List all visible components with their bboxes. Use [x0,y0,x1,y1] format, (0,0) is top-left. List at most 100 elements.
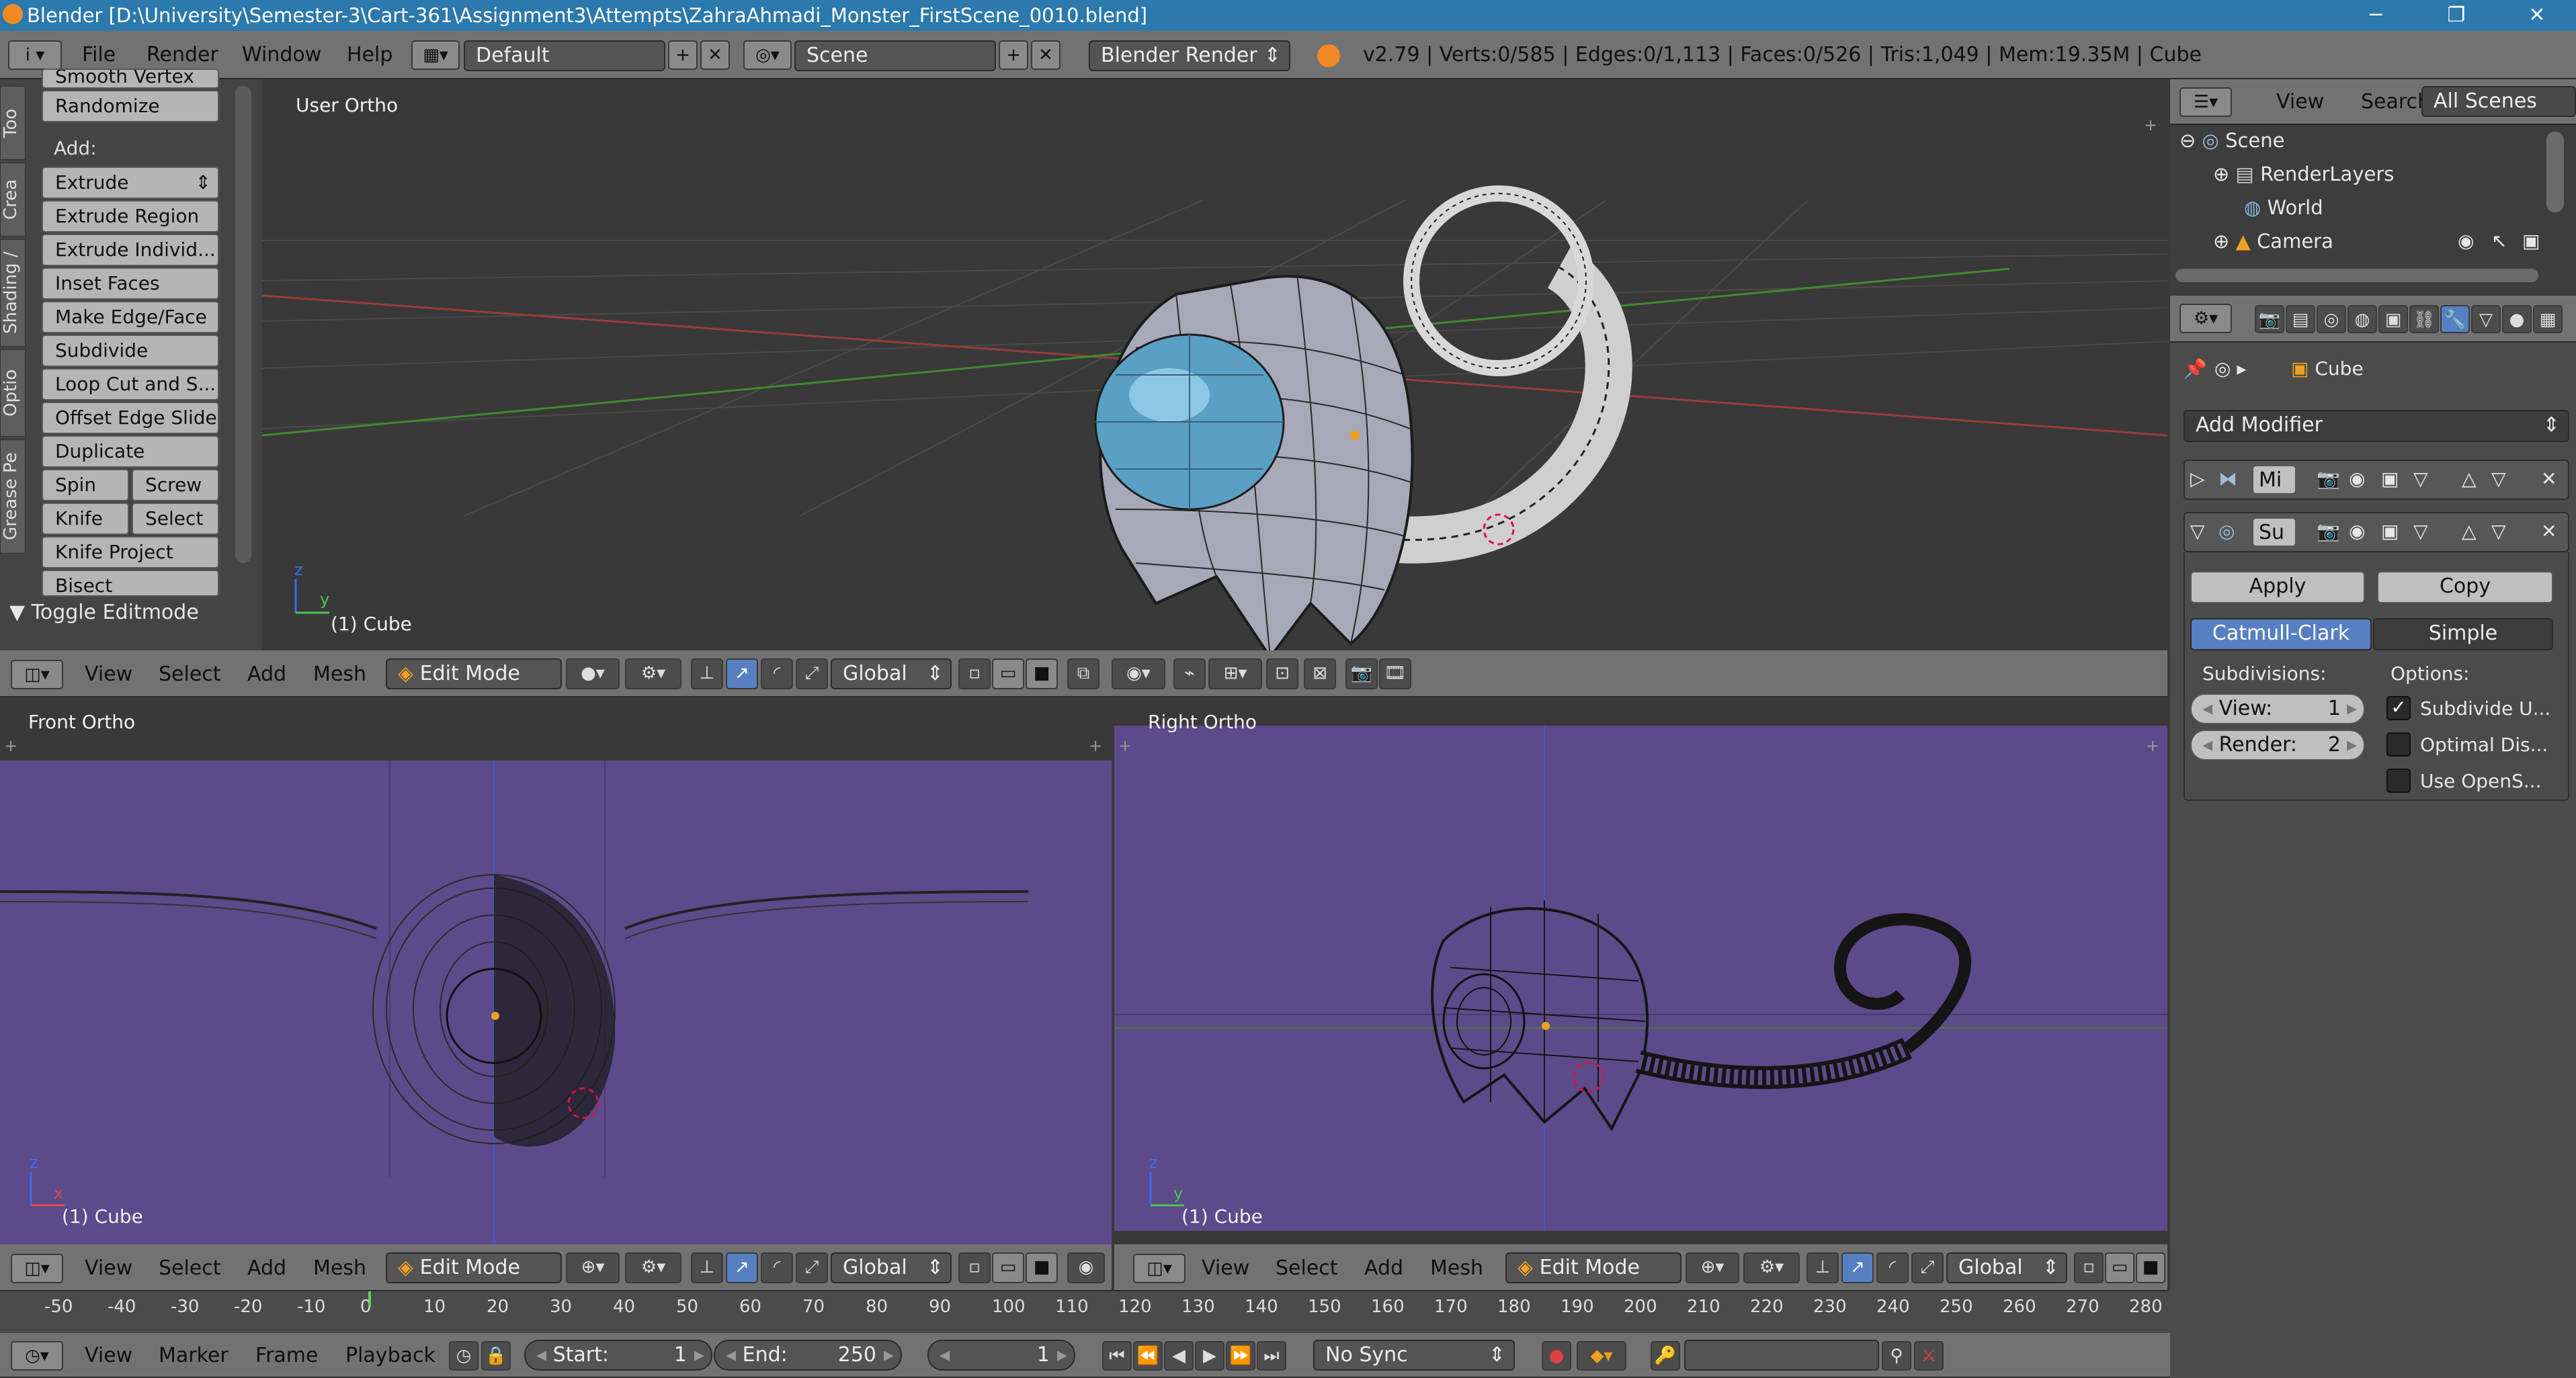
right-mesh-menu[interactable]: Mesh [1430,1255,1483,1282]
add-menu[interactable]: Add [247,661,286,688]
mirror-name-field[interactable]: Mi [2252,465,2296,494]
tool-shelf-scrollbar[interactable] [235,86,251,563]
timeline-view-menu[interactable]: View [85,1342,132,1369]
vertex-select-icon[interactable]: ▫ [958,658,991,689]
subdivide-button[interactable]: Subdivide [42,335,219,367]
outliner-view-menu[interactable]: View [2276,89,2324,116]
mirror-move-down-icon[interactable]: ▽ [2491,468,2506,490]
front-add-menu[interactable]: Add [247,1255,286,1282]
right-face-select-icon[interactable]: ■ [2136,1252,2165,1283]
right-shading-icon[interactable]: ⊕▾ [1686,1252,1739,1283]
snap-element-icon[interactable]: ⊞▾ [1208,658,1262,689]
outliner-scrollbar[interactable] [2546,132,2564,212]
tab-modifiers-wrench-icon[interactable]: 🔧 [2440,305,2470,333]
tab-material-icon[interactable]: ● [2502,305,2532,333]
right-edge-select-icon[interactable]: ▭ [2105,1252,2134,1283]
right-add-menu[interactable]: Add [1364,1255,1403,1282]
front-proportional-icon[interactable]: ◉ [1067,1252,1105,1283]
mirror-render-toggle-icon[interactable]: 📷 [2317,468,2340,490]
scene-field[interactable]: Scene [794,40,996,71]
editor-type-button[interactable]: ◫▾ [11,660,63,689]
mirror-editmode-toggle-icon[interactable]: ▣ [2381,468,2399,490]
viewport-right-ortho[interactable]: Right Ortho + + z y (1) Cube [1114,699,2167,1244]
right-pivot-icon[interactable]: ⚙▾ [1743,1252,1800,1283]
outliner-item-world[interactable]: ◍ World [2244,196,2323,219]
spin-button[interactable]: Spin [42,469,129,501]
front-face-select-icon[interactable]: ■ [1026,1252,1058,1283]
front-pivot-icon[interactable]: ⚙▾ [625,1252,681,1283]
screen-layout-field[interactable]: Default [464,40,665,71]
front-rotate-icon[interactable]: ◜ [761,1252,793,1283]
play-icon[interactable]: ▶ [1195,1341,1224,1371]
right-ortho-mesh[interactable] [1114,726,2167,1231]
next-keyframe-icon[interactable]: ⏩ [1226,1341,1255,1371]
current-frame-field[interactable]: ◂ 1 ▸ [927,1340,1075,1371]
tab-render-layers-icon[interactable]: ▤ [2286,305,2315,333]
limit-selection-icon[interactable]: ⧉ [1067,658,1099,689]
maximize-button[interactable]: ❐ [2419,0,2493,31]
rotate-icon[interactable]: ◜ [761,658,793,689]
timeline-ruler[interactable]: -50 -40 -30 -20 -10 0 10 20 30 40 50 60 70 80 90 100 110… [0,1291,2170,1333]
render-preview-icon[interactable]: 📷 [1345,658,1378,689]
right-orientation-dropdown[interactable]: Global ⇕ [1946,1252,2067,1283]
mirror-visibility-toggle-icon[interactable]: ◉ [2349,468,2365,490]
tab-tools[interactable]: Too [0,86,26,160]
mesh-menu[interactable]: Mesh [313,661,366,688]
viewport-split-corner-icon[interactable]: + [2144,116,2157,134]
timeline-playback-menu[interactable]: Playback [345,1342,435,1369]
current-frame-marker[interactable] [368,1291,371,1307]
right-mode-dropdown[interactable]: ◈ Edit Mode [1505,1252,1681,1283]
translate-icon[interactable]: ↗ [726,658,758,689]
face-select-icon[interactable]: ■ [1026,658,1058,689]
timeline-marker-menu[interactable]: Marker [159,1342,228,1369]
right-left-corner-icon[interactable]: + [1118,736,1132,755]
front-vertex-select-icon[interactable]: ▫ [958,1252,991,1283]
keying-set-field[interactable] [1684,1340,1879,1371]
menu-file[interactable]: File [82,42,116,69]
viewport-user-ortho[interactable]: User Ortho z y (1) Cube + [261,79,2168,660]
orientation-dropdown[interactable]: Global ⇕ [831,658,952,689]
sync-mode-dropdown[interactable]: No Sync ⇕ [1313,1340,1515,1371]
mirror-cage-toggle-icon[interactable]: ▽ [2413,468,2428,490]
render-animation-icon[interactable]: 🎞 [1379,658,1411,689]
mirror-expand-icon[interactable]: ▷ [2190,468,2205,490]
view-menu[interactable]: View [85,661,132,688]
front-select-menu[interactable]: Select [159,1255,221,1282]
render-engine-dropdown[interactable]: Blender Render ⇕ [1089,40,1290,71]
outliner-scope-dropdown[interactable]: All Scenes [2421,86,2576,117]
jump-end-icon[interactable]: ⏭ [1257,1341,1286,1371]
outliner-hscrollbar[interactable] [2175,269,2538,282]
subsurf-cage-toggle-icon[interactable]: ▽ [2413,520,2428,542]
front-view-menu[interactable]: View [85,1255,132,1282]
front-manipulator-icon[interactable]: ⊥ [691,1252,723,1283]
manipulator-icon[interactable]: ⊥ [691,658,723,689]
record-icon[interactable]: ● [1542,1341,1571,1371]
front-left-corner-icon[interactable]: + [4,736,17,755]
front-ortho-mesh[interactable] [0,761,1112,1244]
subsurf-remove-icon[interactable]: ✕ [2541,520,2557,542]
pivot-icon[interactable]: ⚙▾ [625,658,681,689]
scale-icon[interactable]: ⤢ [796,658,828,689]
edge-select-icon[interactable]: ▭ [992,658,1024,689]
duplicate-button[interactable]: Duplicate [42,435,219,468]
mode-dropdown[interactable]: ◈ Edit Mode [386,658,562,689]
camera-select-arrow-icon[interactable]: ↖ [2491,230,2507,252]
front-orientation-dropdown[interactable]: Global ⇕ [831,1252,952,1283]
delete-layout-icon[interactable]: ✕ [700,40,730,70]
timeline-lock-icon[interactable]: 🔒 [481,1341,511,1371]
tab-shading[interactable]: Shading / [0,239,26,347]
randomize-button[interactable]: Randomize [42,90,219,122]
mirror-remove-icon[interactable]: ✕ [2541,468,2557,490]
tab-object-icon[interactable]: ▣ [2378,305,2408,333]
outliner-item-renderlayers[interactable]: ⊕ ▤ RenderLayers [2213,163,2394,185]
outliner-editor-type-button[interactable]: ☰▾ [2179,87,2232,117]
snap-toggle-icon[interactable]: ⌁ [1173,658,1206,689]
extrude-region-button[interactable]: Extrude Region [42,200,219,232]
snap-target-icon[interactable]: ⊡ [1266,658,1298,689]
screw-button[interactable]: Screw [132,469,219,501]
camera-visibility-eye-icon[interactable]: ◉ [2458,230,2474,252]
tab-options[interactable]: Optio [0,349,26,437]
extrude-dropdown[interactable]: Extrude ⇕ [42,167,219,199]
subsurf-move-down-icon[interactable]: ▽ [2491,520,2506,542]
right-manipulator-icon[interactable]: ⊥ [1806,1252,1839,1283]
